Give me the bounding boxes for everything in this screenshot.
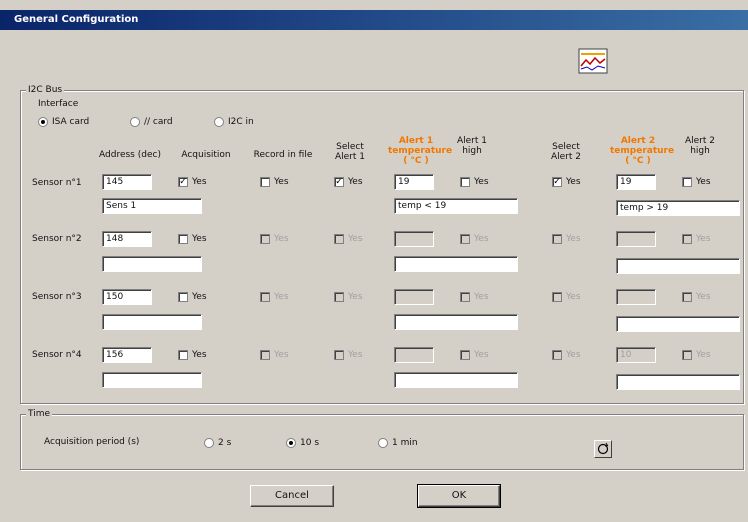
ok-button[interactable]: OK xyxy=(417,484,501,508)
sensor-label: Sensor n°1 xyxy=(32,178,82,188)
period-radio-2s[interactable]: 2 s xyxy=(204,438,231,448)
record-checkbox[interactable]: Yes xyxy=(260,292,289,302)
time-label: Time xyxy=(26,409,53,419)
interface-radio-parallel[interactable]: // card xyxy=(130,117,173,127)
alert2-high-checkbox[interactable]: Yes xyxy=(682,350,711,360)
record-checkbox[interactable]: Yes xyxy=(260,350,289,360)
record-checkbox[interactable]: Yes xyxy=(260,177,289,187)
window-title: General Configuration xyxy=(0,10,748,30)
select-alert1-checkbox[interactable]: Yes xyxy=(334,292,363,302)
alert2-high-checkbox[interactable]: Yes xyxy=(682,177,711,187)
alert2-text-field[interactable] xyxy=(616,258,740,274)
header-acquisition: Acquisition xyxy=(181,150,231,160)
sensor-label: Sensor n°3 xyxy=(32,292,82,302)
alert1-high-checkbox[interactable]: Yes xyxy=(460,350,489,360)
alert1-high-checkbox[interactable]: Yes xyxy=(460,292,489,302)
i2c-bus-label: I2C Bus xyxy=(26,85,65,95)
header-alert2-high: Alert 2 high xyxy=(684,136,715,156)
select-alert1-checkbox[interactable]: Yes xyxy=(334,234,363,244)
alert2-temp-field[interactable]: 10 xyxy=(616,347,656,363)
header-record: Record in file xyxy=(253,150,313,160)
alert1-text-field[interactable] xyxy=(394,314,518,330)
select-alert1-checkbox[interactable]: Yes xyxy=(334,350,363,360)
header-address: Address (dec) xyxy=(99,150,161,160)
sensor-label: Sensor n°4 xyxy=(32,350,82,360)
sensor-name-field[interactable] xyxy=(102,256,202,272)
record-checkbox[interactable]: Yes xyxy=(260,234,289,244)
alert2-text-field[interactable] xyxy=(616,374,740,390)
acquisition-checkbox[interactable]: ✓ Yes xyxy=(178,177,207,187)
alert2-text-field[interactable] xyxy=(616,316,740,332)
header-select-alert2: Select Alert 2 xyxy=(550,142,581,162)
interface-radio-isa[interactable]: ISA card xyxy=(38,117,89,127)
select-alert2-checkbox[interactable]: Yes xyxy=(552,292,581,302)
acquisition-checkbox[interactable]: Yes xyxy=(178,292,207,302)
sensor-name-field[interactable]: Sens 1 xyxy=(102,198,202,214)
radio-indicator xyxy=(38,117,48,127)
alert2-high-checkbox[interactable]: Yes xyxy=(682,234,711,244)
select-alert2-checkbox[interactable]: Yes xyxy=(552,234,581,244)
alert1-text-field[interactable] xyxy=(394,256,518,272)
alert1-high-checkbox[interactable]: Yes xyxy=(460,234,489,244)
alert2-text-field[interactable]: temp > 19 xyxy=(616,200,740,216)
acquisition-period-label: Acquisition period (s) xyxy=(44,437,140,447)
radio-indicator xyxy=(204,438,214,448)
sensor-address-field[interactable]: 148 xyxy=(102,231,152,247)
alert1-temp-field[interactable] xyxy=(394,347,434,363)
radio-indicator xyxy=(378,438,388,448)
alert1-temp-field[interactable] xyxy=(394,231,434,247)
interface-label: Interface xyxy=(38,99,79,109)
select-alert2-checkbox[interactable]: ✓ Yes xyxy=(552,177,581,187)
alert2-temp-field[interactable] xyxy=(616,289,656,305)
sensor-address-field[interactable]: 145 xyxy=(102,174,152,190)
chart-icon[interactable] xyxy=(578,48,608,74)
sensor-name-field[interactable] xyxy=(102,314,202,330)
select-alert2-checkbox[interactable]: Yes xyxy=(552,350,581,360)
header-select-alert1: Select Alert 1 xyxy=(334,142,365,162)
refresh-icon[interactable] xyxy=(594,440,612,458)
header-alert2-temp: Alert 2 temperature ( °C ) xyxy=(610,136,675,166)
header-alert1-high: Alert 1 high xyxy=(456,136,487,156)
alert1-high-checkbox[interactable]: Yes xyxy=(460,177,489,187)
alert1-temp-field[interactable]: 19 xyxy=(394,174,434,190)
radio-indicator xyxy=(214,117,224,127)
acquisition-checkbox[interactable]: Yes xyxy=(178,350,207,360)
sensor-address-field[interactable]: 156 xyxy=(102,347,152,363)
alert1-text-field[interactable]: temp < 19 xyxy=(394,198,518,214)
select-alert1-checkbox[interactable]: ✓ Yes xyxy=(334,177,363,187)
alert2-high-checkbox[interactable]: Yes xyxy=(682,292,711,302)
alert1-temp-field[interactable] xyxy=(394,289,434,305)
sensor-label: Sensor n°2 xyxy=(32,234,82,244)
alert2-temp-field[interactable]: 19 xyxy=(616,174,656,190)
alert1-text-field[interactable] xyxy=(394,372,518,388)
acquisition-checkbox[interactable]: Yes xyxy=(178,234,207,244)
header-alert1-temp: Alert 1 temperature ( °C ) xyxy=(388,136,453,166)
sensor-name-field[interactable] xyxy=(102,372,202,388)
period-radio-10s[interactable]: 10 s xyxy=(286,438,319,448)
period-radio-1min[interactable]: 1 min xyxy=(378,438,418,448)
radio-indicator xyxy=(130,117,140,127)
sensor-address-field[interactable]: 150 xyxy=(102,289,152,305)
general-configuration-dialog: General Configuration I2C Bus Interface … xyxy=(0,0,748,522)
alert2-temp-field[interactable] xyxy=(616,231,656,247)
interface-radio-i2c-in[interactable]: I2C in xyxy=(214,117,254,127)
radio-indicator xyxy=(286,438,296,448)
cancel-button[interactable]: Cancel xyxy=(250,485,334,507)
